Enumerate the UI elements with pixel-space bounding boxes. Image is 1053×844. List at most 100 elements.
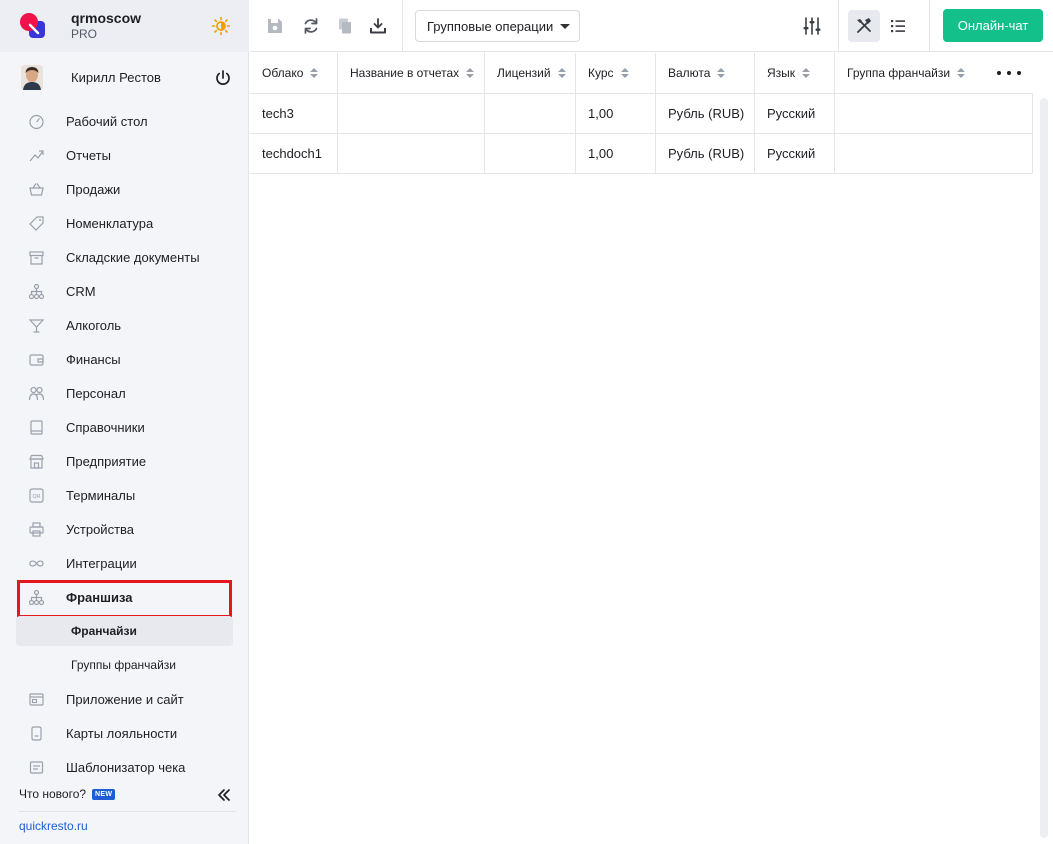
receipt-icon bbox=[29, 761, 44, 774]
sidebar-item-label: Терминалы bbox=[66, 488, 136, 503]
table-cell bbox=[485, 94, 576, 133]
list-icon bbox=[891, 20, 905, 33]
new-badge: NEW bbox=[92, 788, 116, 800]
tools-view-button[interactable] bbox=[848, 10, 880, 42]
column-header-label: Язык bbox=[767, 66, 796, 80]
people-icon bbox=[28, 386, 45, 401]
column-settings-icon[interactable] bbox=[801, 15, 823, 37]
sidebar-item[interactable]: Карты лояльности bbox=[0, 716, 249, 750]
table-cell: Рубль (RUB) bbox=[656, 94, 755, 133]
sidebar-item[interactable]: QR Терминалы bbox=[0, 478, 249, 512]
sidebar-item-label: Справочники bbox=[66, 420, 145, 435]
sort-icon[interactable] bbox=[620, 68, 629, 78]
sidebar-subitem[interactable]: Группы франчайзи bbox=[0, 648, 249, 682]
column-header-label: Название в отчетах bbox=[350, 66, 460, 80]
sidebar-item[interactable]: Алкоголь bbox=[0, 308, 249, 342]
sidebar-subitem[interactable]: Франчайзи bbox=[0, 614, 249, 648]
user-row: Кирилл Рестов bbox=[0, 62, 249, 94]
user-name: Кирилл Рестов bbox=[71, 70, 161, 85]
more-options-icon[interactable] bbox=[997, 65, 1021, 81]
sort-icon[interactable] bbox=[310, 68, 319, 78]
table-cell bbox=[835, 94, 1033, 133]
sidebar-item-label: Интеграции bbox=[66, 556, 137, 571]
table-cell: tech3 bbox=[250, 94, 338, 133]
table-row[interactable]: techdoch1 1,00 Рубль (RUB) Русский bbox=[250, 134, 1033, 174]
sort-icon[interactable] bbox=[802, 68, 811, 78]
table-cell bbox=[338, 94, 485, 133]
sort-icon[interactable] bbox=[717, 68, 726, 78]
svg-text:QR: QR bbox=[32, 494, 40, 500]
sidebar-item[interactable]: CRM bbox=[0, 274, 249, 308]
table-row[interactable]: tech3 1,00 Рубль (RUB) Русский bbox=[250, 94, 1033, 134]
column-header[interactable]: Название в отчетах bbox=[338, 53, 485, 93]
whats-new-link[interactable]: Что нового? NEW bbox=[19, 787, 116, 801]
chevron-down-icon bbox=[560, 24, 570, 29]
vertical-scrollbar[interactable] bbox=[1040, 98, 1048, 838]
collapse-sidebar-icon[interactable] bbox=[215, 786, 233, 804]
power-icon[interactable] bbox=[213, 68, 233, 88]
column-header[interactable]: Облако bbox=[250, 53, 338, 93]
sidebar-subitem-label: Группы франчайзи bbox=[71, 658, 176, 672]
group-operations-dropdown[interactable]: Групповые операции bbox=[415, 10, 580, 42]
sidebar-item-label: Складские документы bbox=[66, 250, 200, 265]
sidebar-item[interactable]: Рабочий стол bbox=[0, 104, 249, 138]
archive-icon bbox=[29, 251, 44, 265]
online-chat-button[interactable]: Онлайн-чат bbox=[943, 9, 1043, 42]
sidebar-item-label: Шаблонизатор чека bbox=[66, 760, 186, 775]
list-view-button[interactable] bbox=[882, 10, 914, 42]
sidebar-item-label: Устройства bbox=[66, 522, 135, 537]
sidebar-item-label: Рабочий стол bbox=[66, 114, 148, 129]
sidebar-item[interactable]: Устройства bbox=[0, 512, 249, 546]
column-header[interactable]: Валюта bbox=[656, 53, 755, 93]
table-cell bbox=[338, 134, 485, 173]
column-header[interactable]: Курс bbox=[576, 53, 656, 93]
toolbar: Групповые операции Онлайн-чат bbox=[250, 0, 1053, 52]
avatar[interactable] bbox=[21, 65, 43, 90]
copy-icon[interactable] bbox=[334, 15, 356, 37]
tools-icon bbox=[857, 18, 871, 33]
column-header-label: Группа франчайзи bbox=[847, 66, 951, 80]
sidebar-item[interactable]: Шаблонизатор чека bbox=[0, 750, 249, 784]
sidebar-item[interactable]: Отчеты bbox=[0, 138, 249, 172]
sidebar-item-label: Номенклатура bbox=[66, 216, 154, 231]
column-header-label: Облако bbox=[262, 66, 304, 80]
sidebar-item[interactable]: Франшиза bbox=[0, 580, 249, 618]
site-link[interactable]: quickresto.ru bbox=[19, 819, 88, 833]
sidebar-item[interactable]: Интеграции bbox=[0, 546, 249, 580]
table-cell bbox=[835, 134, 1033, 173]
dashboard-icon bbox=[29, 114, 44, 130]
toolbar-divider bbox=[838, 0, 839, 52]
infinity-icon bbox=[29, 560, 44, 567]
logo-icon bbox=[20, 13, 45, 38]
book-icon bbox=[30, 420, 43, 435]
sidebar-subitem-label: Франчайзи bbox=[71, 624, 137, 638]
sidebar-item[interactable]: Складские документы bbox=[0, 240, 249, 274]
sidebar-item[interactable]: Предприятие bbox=[0, 444, 249, 478]
sidebar-item[interactable]: Персонал bbox=[0, 376, 249, 410]
sidebar-item[interactable]: Номенклатура bbox=[0, 206, 249, 240]
column-header[interactable]: Группа франчайзи bbox=[835, 53, 1033, 93]
sidebar-item[interactable]: Продажи bbox=[0, 172, 249, 206]
refresh-icon[interactable] bbox=[300, 15, 322, 37]
column-header-label: Валюта bbox=[668, 66, 711, 80]
store-icon bbox=[29, 454, 44, 469]
sidebar-item[interactable]: Финансы bbox=[0, 342, 249, 376]
sidebar-item-label: Финансы bbox=[66, 352, 121, 367]
sort-icon[interactable] bbox=[557, 68, 566, 78]
column-header[interactable]: Язык bbox=[755, 53, 835, 93]
download-icon[interactable] bbox=[367, 15, 389, 37]
column-header-label: Курс bbox=[588, 66, 614, 80]
table-cell: Рубль (RUB) bbox=[656, 134, 755, 173]
sort-icon[interactable] bbox=[466, 68, 475, 78]
sidebar-item[interactable]: Приложение и сайт bbox=[0, 682, 249, 716]
sidebar-item[interactable]: Справочники bbox=[0, 410, 249, 444]
save-icon[interactable] bbox=[264, 15, 286, 37]
brand-name: qrmoscow bbox=[71, 10, 142, 26]
whats-new-label: Что нового? bbox=[19, 787, 87, 801]
sort-icon[interactable] bbox=[957, 68, 966, 78]
column-header[interactable]: Лицензий bbox=[485, 53, 576, 93]
sidebar-item-label: Предприятие bbox=[66, 454, 147, 469]
table-cell: 1,00 bbox=[576, 94, 656, 133]
theme-toggle-sun-icon[interactable] bbox=[209, 14, 233, 38]
table-header: Облако Название в отчетах Лицензий Курс Валю… bbox=[250, 53, 1033, 94]
